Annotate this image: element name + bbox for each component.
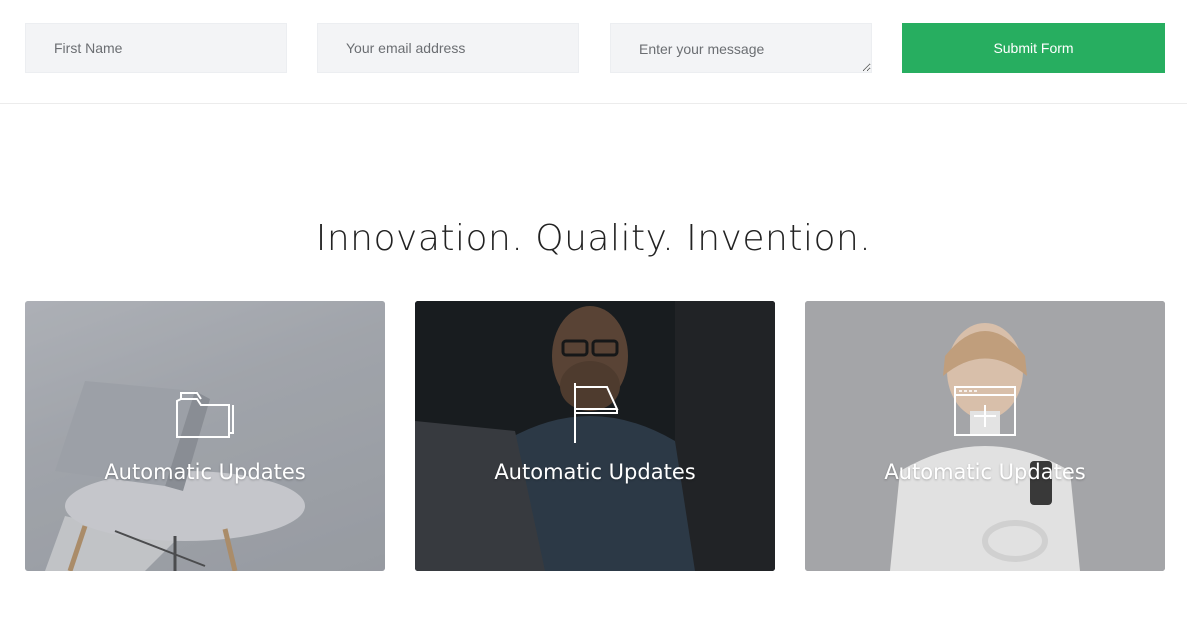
email-input[interactable] [317, 23, 579, 73]
folder-icon [176, 392, 234, 438]
card-title: Automatic Updates [494, 460, 696, 484]
submit-form-button[interactable]: Submit Form [902, 23, 1165, 73]
browser-add-icon [954, 386, 1016, 436]
section-heading: Innovation. Quality. Invention. [315, 218, 872, 259]
contact-form-bar: Submit Form [0, 0, 1187, 104]
flag-icon [574, 383, 619, 443]
message-textarea[interactable] [610, 23, 872, 73]
card-title: Automatic Updates [884, 460, 1086, 484]
first-name-input[interactable] [25, 23, 287, 73]
feature-card-2[interactable]: Automatic Updates [415, 301, 775, 571]
card-title: Automatic Updates [104, 460, 306, 484]
feature-card-3[interactable]: Automatic Updates [805, 301, 1165, 571]
feature-card-1[interactable]: Automatic Updates [25, 301, 385, 571]
